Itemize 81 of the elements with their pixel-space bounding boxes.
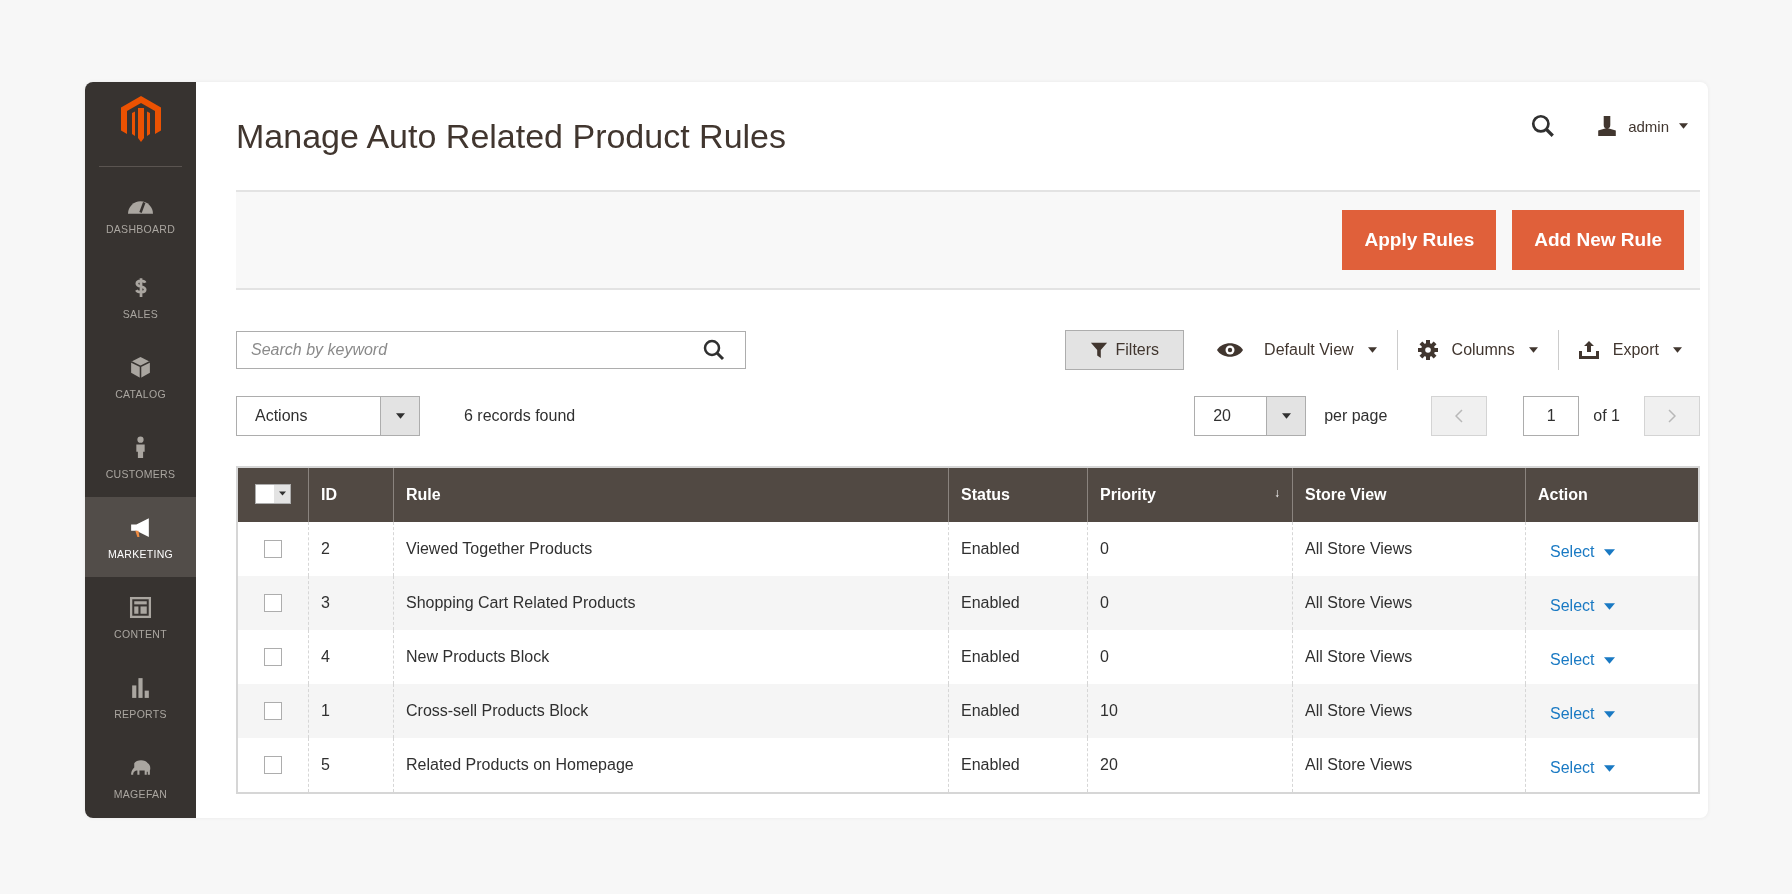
caret-icon [1604,602,1616,610]
gauge-icon [128,199,153,215]
search-icon[interactable] [1530,113,1557,139]
status-cell: Enabled [948,684,1088,738]
column-header[interactable]: Status [948,467,1088,522]
select-action-link[interactable]: Select [1550,591,1616,615]
actions-dropdown[interactable]: Actions [236,396,420,436]
id-cell: 3 [308,576,394,630]
store-view-cell: All Store Views [1292,684,1526,738]
rule-cell: Cross-sell Products Block [393,684,949,738]
select-action-link[interactable]: Select [1550,537,1616,561]
caret-icon [1604,710,1616,718]
select-all-checkbox[interactable] [255,483,291,504]
sidebar-item[interactable]: MARKETING [85,497,196,577]
row-checkbox[interactable] [264,648,282,667]
caret-icon [278,491,286,496]
filters-button[interactable]: Filters [1064,330,1185,370]
select-action-link[interactable]: Select [1550,645,1616,669]
caret-icon [1604,656,1616,664]
row-checkbox[interactable] [264,702,282,721]
rule-cell: Shopping Cart Related Products [393,576,949,630]
sidebar-item[interactable]: REPORTS [85,657,196,737]
caret-icon [1528,347,1538,353]
apply-rules-button[interactable]: Apply Rules [1342,210,1497,270]
per-page-label: per page [1324,407,1388,425]
upload-tray-icon [1578,340,1599,360]
per-page-dropdown[interactable]: 20 [1194,396,1307,436]
sidebar-item[interactable]: CATALOG [85,337,196,417]
default-view-dropdown[interactable]: Default View [1216,341,1377,359]
row-checkbox[interactable] [264,756,282,775]
caret-icon [395,413,405,419]
row-checkbox[interactable] [264,594,282,613]
caret-icon [1281,413,1291,419]
layout-icon [128,594,153,620]
row-checkbox[interactable] [264,540,282,559]
caret-icon [1679,123,1688,129]
search-field[interactable]: Search by keyword [236,331,746,369]
priority-cell: 10 [1087,684,1293,738]
search-icon [702,338,726,362]
page-number-field[interactable]: 1 [1523,396,1580,436]
sidebar-item[interactable]: CONTENT [85,577,196,657]
chevron-left-icon [1455,409,1464,423]
column-header[interactable]: Rule [393,467,949,522]
sidebar-item[interactable]: MAGEFAN [85,737,196,817]
caret-icon [1673,347,1682,353]
columns-dropdown[interactable]: Columns [1417,340,1538,360]
gear-icon [1417,340,1438,360]
caret-icon [1604,548,1616,556]
funnel-icon [1089,341,1108,359]
priority-cell: 0 [1087,576,1293,630]
user-menu[interactable]: admin [1596,115,1688,137]
logo-icon [120,96,161,142]
select-action-link[interactable]: Select [1550,753,1616,777]
column-header[interactable]: Action [1525,467,1699,522]
page-total: of 1 [1593,407,1620,425]
eye-icon [1216,341,1245,359]
priority-cell: 20 [1087,738,1293,793]
sidebar-item[interactable]: DASHBOARD [85,177,196,257]
rule-cell: Related Products on Homepage [393,738,949,793]
chevron-right-icon [1668,409,1676,423]
select-action-link[interactable]: Select [1550,699,1616,723]
column-header[interactable]: Store View [1292,467,1526,522]
export-dropdown[interactable]: Export [1578,340,1682,360]
store-view-cell: All Store Views [1292,738,1526,793]
status-cell: Enabled [948,576,1088,630]
column-header[interactable]: ID [308,467,394,522]
page-title: Manage Auto Related Product Rules [236,116,786,156]
add-new-rule-button[interactable]: Add New Rule [1512,210,1684,270]
caret-icon [1604,764,1616,772]
caret-icon [1367,347,1377,353]
status-cell: Enabled [948,738,1088,793]
column-header[interactable]: Priority ↓ [1087,467,1293,522]
sidebar-item[interactable]: SALES [85,257,196,337]
sidebar-item[interactable]: CUSTOMERS [85,417,196,497]
id-cell: 5 [308,738,394,793]
box-icon [128,354,153,380]
sort-indicator: ↓ [1274,486,1280,502]
id-cell: 1 [308,684,394,738]
store-view-cell: All Store Views [1292,576,1526,630]
records-count: 6 records found [464,407,576,425]
user-icon [1596,115,1619,137]
